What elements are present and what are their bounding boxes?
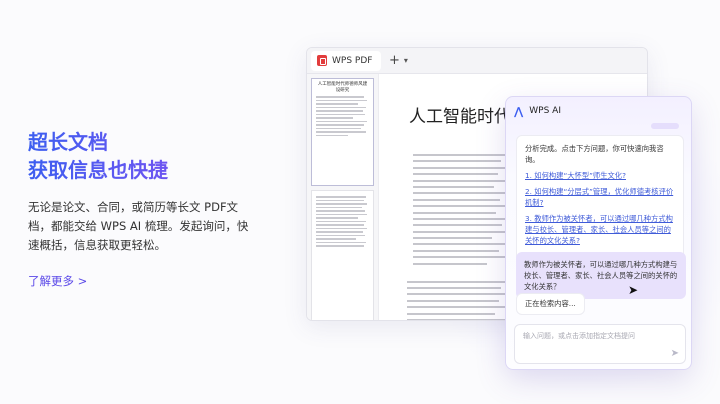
text-line [413, 262, 487, 265]
text-line [413, 160, 502, 163]
thumb-line [316, 113, 365, 115]
hero-section: 超长文档 获取信息也快捷 无论是论文、合同，或简历等长文 PDF文档，都能交给 … [28, 128, 258, 289]
thumb-line [316, 203, 367, 205]
mouse-cursor-icon: ➤ [628, 283, 639, 297]
text-line [413, 256, 505, 259]
thumb-line [316, 224, 364, 226]
text-line [413, 166, 505, 169]
thumb-line [316, 103, 359, 105]
thumb-line [316, 227, 367, 229]
text-line [413, 249, 499, 252]
text-line [413, 179, 505, 182]
thumb-line [316, 117, 354, 119]
text-line [413, 205, 505, 208]
thumb-line [316, 217, 359, 219]
thumb-line [316, 196, 366, 198]
text-line [407, 318, 505, 320]
text-line [413, 224, 503, 227]
thumb-line [316, 210, 365, 212]
thumb-line [316, 245, 364, 247]
thumb-line [316, 206, 362, 208]
thumb-line [316, 231, 363, 233]
text-line [407, 287, 502, 290]
text-line [413, 243, 505, 246]
thumb-line [316, 234, 365, 236]
thumb-line [316, 127, 361, 129]
thumb-line [316, 106, 366, 108]
thumbnail-title: 人工智能时代师德师风建设研究 [317, 82, 368, 93]
send-icon[interactable]: ➤ [671, 348, 679, 359]
text-line [407, 312, 496, 315]
text-line [413, 192, 505, 195]
text-line [413, 217, 505, 220]
thumb-line [316, 220, 366, 222]
thumb-line [316, 241, 367, 243]
learn-more-link[interactable]: 了解更多 > [28, 273, 258, 289]
thumb-line [316, 213, 367, 215]
ai-intro-text: 分析完成。点击下方问题，你可快速向我咨询。 [525, 144, 664, 164]
text-line [413, 198, 501, 201]
text-line [413, 230, 505, 233]
suggested-question-3[interactable]: 3. 教师作为被关怀者，可以通过哪几种方式构建与校长、管理者、家长、社会人员等之… [525, 213, 675, 246]
body-block [407, 280, 505, 320]
tab-label: WPS PDF [332, 55, 373, 66]
text-line [407, 299, 500, 302]
wps-ai-logo-icon: ⋀ [514, 104, 524, 118]
input-placeholder: 输入问题，或点击添加指定文档提问 [523, 332, 635, 340]
ai-panel-title: WPS AI [529, 106, 561, 116]
page-thumbnails: 人工智能时代师德师风建设研究 [307, 74, 379, 320]
thumb-line [316, 99, 367, 101]
text-line [413, 185, 494, 188]
text-line [413, 154, 505, 156]
hero-description: 无论是论文、合同，或简历等长文 PDF文档，都能交给 WPS AI 梳理。发起询… [28, 200, 249, 252]
previous-message-bubble [651, 123, 679, 129]
chevron-down-icon[interactable]: ▾ [404, 56, 408, 65]
thumb-line [316, 199, 364, 201]
text-line [407, 306, 505, 309]
thumb-line [316, 131, 367, 133]
tab-bar: WPS PDF + ▾ [307, 48, 647, 74]
ai-panel-header: ⋀ WPS AI [506, 97, 691, 125]
text-line [413, 173, 498, 176]
suggested-question-2[interactable]: 2. 如何构建“分层式”管理，优化师德考核评价机制? [525, 186, 675, 208]
thumb-line [316, 238, 356, 240]
text-line [413, 211, 496, 214]
text-line [407, 293, 505, 296]
wps-ai-panel: ⋀ WPS AI 分析完成。点击下方问题，你可快速向我咨询。 1. 如何构建“大… [505, 96, 692, 370]
hero-title-line2: 获取信息也快捷 [28, 156, 258, 184]
text-line [413, 237, 493, 240]
thumb-line [316, 124, 364, 126]
thumbnail-page-1[interactable]: 人工智能时代师德师风建设研究 [311, 78, 374, 186]
thumb-line [316, 120, 367, 122]
user-message-bubble: 教师作为被关怀者，可以通过哪几种方式构建与校长、管理者、家长、社会人员等之间的关… [516, 252, 686, 299]
hero-title-line1: 超长文档 [28, 128, 258, 156]
status-message: 正在检索内容... [516, 293, 585, 315]
suggested-question-1[interactable]: 1. 如何构建“大怀型”师生文化? [525, 170, 675, 181]
text-line [407, 280, 505, 283]
thumb-line [316, 96, 364, 98]
thumbnail-page-2[interactable] [311, 190, 374, 320]
thumb-line [316, 110, 363, 112]
new-tab-button[interactable]: + [389, 53, 400, 68]
abstract-block [413, 154, 505, 265]
thumb-line [316, 134, 348, 136]
ai-question-input[interactable]: 输入问题，或点击添加指定文档提问 ➤ [514, 324, 686, 364]
tab-wps-pdf[interactable]: WPS PDF [311, 50, 381, 71]
pdf-icon [317, 55, 327, 66]
